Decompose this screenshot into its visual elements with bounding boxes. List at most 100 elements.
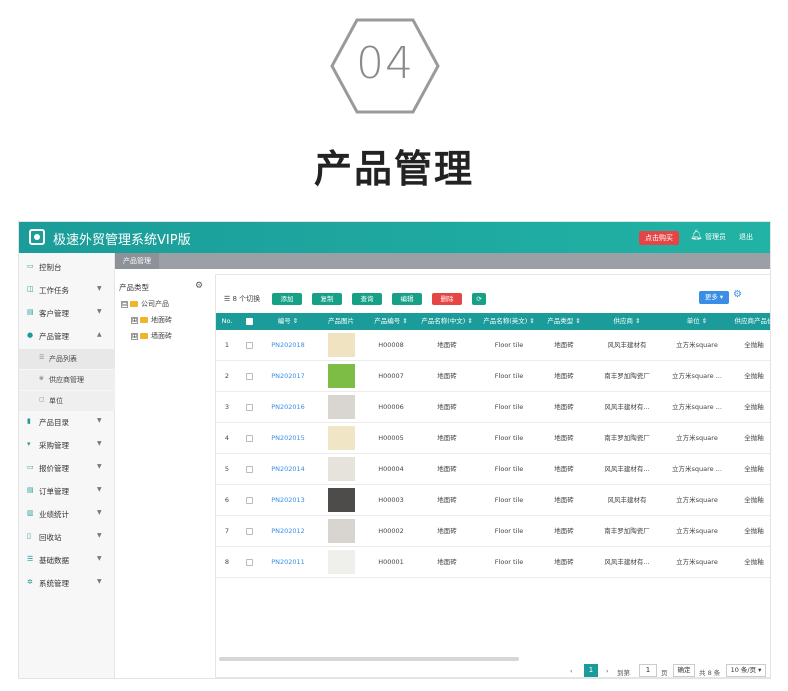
table-row[interactable]: 7 PN202012 H00002 地面砖 Floor tile 地面砖 南丰罗加陶瓷厂 立方…: [216, 516, 770, 547]
cell-no: 2: [224, 372, 230, 380]
row-checkbox[interactable]: [245, 465, 253, 473]
product-thumbnail[interactable]: [328, 395, 355, 419]
tree-node-floor-tiles[interactable]: ⊞ 地面砖: [131, 315, 172, 325]
row-checkbox-cell: [238, 423, 260, 453]
cell-code[interactable]: PN202017: [260, 361, 316, 391]
chevron-icon: ▼: [97, 578, 102, 585]
table-row[interactable]: 6 PN202013 H00003 地面砖 Floor tile 地面砖 风风丰建材有 立方米…: [216, 485, 770, 516]
column-header[interactable]: 编号 ⇕: [260, 313, 316, 330]
sidebar-subitem-unit[interactable]: ▢ 单位: [19, 391, 115, 411]
sidebar-item-customer[interactable]: ▤ 客户管理 ▼: [19, 303, 115, 323]
product-thumbnail[interactable]: [328, 457, 355, 481]
cell-code[interactable]: PN202011: [260, 547, 316, 577]
column-header[interactable]: 供应商 ⇕: [588, 313, 666, 330]
sidebar-item-product[interactable]: ● 产品管理 ▲: [19, 326, 115, 346]
row-checkbox[interactable]: [245, 434, 253, 442]
bell-icon[interactable]: 🔔︎: [690, 230, 703, 241]
sidebar-subitem-list[interactable]: ☰ 产品列表: [19, 349, 115, 369]
more-dropdown-button[interactable]: 更多 ▾: [699, 291, 729, 304]
sidebar-item-monitor[interactable]: ▭ 控制台: [19, 257, 115, 277]
table-row[interactable]: 2 PN202017 H00007 地面砖 Floor tile 地面砖 南丰罗加陶瓷厂 立方…: [216, 361, 770, 392]
column-header[interactable]: 产品类型 ⇕: [540, 313, 588, 330]
app-window: 极速外贸管理系统VIP版 点击购买 🔔︎ 管理员 退出 ▭ 控制台 ◫ 工作任务 ▼ ▤ 客…: [18, 221, 771, 679]
sidebar-item-purchase[interactable]: ▾ 采购管理 ▼: [19, 435, 115, 455]
table-row[interactable]: 4 PN202015 H00005 地面砖 Floor tile 地面砖 南丰罗加陶瓷厂 立方…: [216, 423, 770, 454]
chevron-icon: ▼: [97, 285, 102, 292]
sidebar-item-settings[interactable]: ✲ 系统管理 ▼: [19, 573, 115, 593]
next-page-button[interactable]: ›: [606, 667, 609, 675]
product-thumbnail[interactable]: [328, 550, 355, 574]
select-all-checkbox[interactable]: [245, 317, 253, 325]
page-input[interactable]: 1: [639, 664, 657, 677]
tab-product-management[interactable]: 产品管理: [115, 253, 159, 269]
edit-button[interactable]: 编辑: [392, 293, 422, 305]
horizontal-scrollbar[interactable]: [219, 657, 519, 661]
user-menu[interactable]: 管理员: [705, 232, 726, 242]
page-1-button[interactable]: 1: [584, 664, 598, 677]
cell-code[interactable]: PN202018: [260, 330, 316, 360]
copy-button[interactable]: 复制: [312, 293, 342, 305]
cell-type: 地面砖: [554, 465, 574, 473]
cell-unit: 立方米square ...: [672, 372, 722, 380]
prev-page-button[interactable]: ‹: [570, 667, 573, 675]
tree-node-company-products[interactable]: ⊟ 公司产品: [121, 299, 169, 309]
column-toggle[interactable]: ☰ 8 个切换: [224, 294, 260, 304]
settings-gear-icon[interactable]: ⚙: [733, 289, 742, 300]
column-header[interactable]: 产品名称(英文) ⇕: [478, 313, 540, 330]
sidebar-item-label: 采购管理: [39, 441, 69, 450]
cell-price: 全抛釉: [744, 341, 764, 349]
settings-icon: ✲: [27, 578, 33, 586]
sidebar-item-quote[interactable]: ▭ 报价管理 ▼: [19, 458, 115, 478]
buy-badge-button[interactable]: 点击购买: [639, 231, 679, 245]
cell-code[interactable]: PN202012: [260, 516, 316, 546]
cell-code[interactable]: PN202013: [260, 485, 316, 515]
column-header[interactable]: [238, 313, 260, 330]
query-button[interactable]: 查询: [352, 293, 382, 305]
product-thumbnail[interactable]: [328, 364, 355, 388]
cell-code[interactable]: PN202014: [260, 454, 316, 484]
row-checkbox[interactable]: [245, 527, 253, 535]
row-checkbox[interactable]: [245, 372, 253, 380]
table-row[interactable]: 3 PN202016 H00006 地面砖 Floor tile 地面砖 风风丰建材有...…: [216, 392, 770, 423]
column-header[interactable]: 单位 ⇕: [666, 313, 728, 330]
logout-link[interactable]: 退出: [739, 232, 753, 242]
product-thumbnail[interactable]: [328, 488, 355, 512]
list-icon: ☰: [39, 354, 45, 361]
gear-icon[interactable]: ⚙: [195, 281, 203, 291]
table-row[interactable]: 8 PN202011 H00001 地面砖 Floor tile 地面砖 风风丰建材有...…: [216, 547, 770, 578]
collapse-icon[interactable]: ⊟: [121, 300, 128, 308]
tree-node-wall-tiles[interactable]: ⊞ 墙面砖: [131, 331, 172, 341]
refresh-icon[interactable]: ⟳: [472, 293, 486, 305]
sidebar-item-order[interactable]: ▤ 订单管理 ▼: [19, 481, 115, 501]
cell-code[interactable]: PN202016: [260, 392, 316, 422]
column-header[interactable]: 产品图片: [316, 313, 366, 330]
sidebar-item-base-data[interactable]: ☰ 基础数据 ▼: [19, 550, 115, 570]
delete-button[interactable]: 删除: [432, 293, 462, 305]
sidebar-item-stats[interactable]: ▥ 业绩统计 ▼: [19, 504, 115, 524]
cell-code[interactable]: PN202015: [260, 423, 316, 453]
sidebar-subitem-supplier[interactable]: ❀ 供应商管理: [19, 370, 115, 390]
add-button[interactable]: 添加: [272, 293, 302, 305]
row-checkbox[interactable]: [245, 403, 253, 411]
sidebar-subitem-label: 供应商管理: [49, 376, 84, 384]
expand-icon[interactable]: ⊞: [131, 332, 138, 340]
product-thumbnail[interactable]: [328, 426, 355, 450]
table-row[interactable]: 1 PN202018 H00008 地面砖 Floor tile 地面砖 风风丰建材有 立方米…: [216, 330, 770, 361]
table-row[interactable]: 5 PN202014 H00004 地面砖 Floor tile 地面砖 风风丰建材有...…: [216, 454, 770, 485]
sidebar-item-recycle[interactable]: ▯ 回收站 ▼: [19, 527, 115, 547]
column-header[interactable]: 产品编号 ⇕: [366, 313, 416, 330]
go-button[interactable]: 确定: [673, 664, 695, 677]
column-header[interactable]: No.: [216, 313, 238, 330]
product-thumbnail[interactable]: [328, 519, 355, 543]
sidebar-item-task[interactable]: ◫ 工作任务 ▼: [19, 280, 115, 300]
product-thumbnail[interactable]: [328, 333, 355, 357]
sidebar-item-catalog[interactable]: ▮ 产品目录 ▼: [19, 412, 115, 432]
row-checkbox[interactable]: [245, 558, 253, 566]
page-size-select[interactable]: 10 条/页 ▾: [726, 664, 766, 677]
expand-icon[interactable]: ⊞: [131, 316, 138, 324]
sidebar: ▭ 控制台 ◫ 工作任务 ▼ ▤ 客户管理 ▼ ● 产品管理 ▲ ☰ 产品列表 ❀ 供应商管理 ▢ 单位 ▮ 产品目…: [19, 253, 115, 678]
column-header[interactable]: 供应商产品价: [728, 313, 771, 330]
row-checkbox[interactable]: [245, 496, 253, 504]
row-checkbox[interactable]: [245, 341, 253, 349]
column-header[interactable]: 产品名称(中文) ⇕: [416, 313, 478, 330]
